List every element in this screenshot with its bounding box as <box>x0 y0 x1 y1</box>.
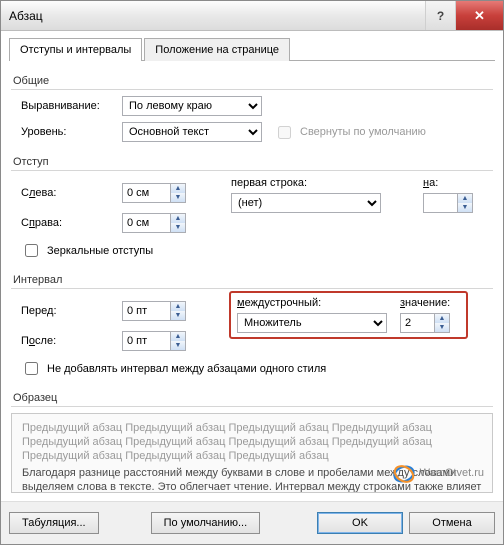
button-bar: Табуляция... По умолчанию... OK Отмена <box>1 501 503 544</box>
spacing-at-input[interactable] <box>400 313 434 333</box>
spacing-at-label: значение: <box>400 297 460 309</box>
window-title: Абзац <box>9 9 425 23</box>
indent-by-spinner[interactable]: ▲▼ <box>423 193 483 213</box>
indent-left-input[interactable] <box>122 183 170 203</box>
indent-by-input[interactable] <box>423 193 457 213</box>
no-space-same-style-checkbox[interactable] <box>25 362 38 375</box>
tab-position[interactable]: Положение на странице <box>144 38 290 61</box>
spinner-up-icon[interactable]: ▲ <box>458 194 472 203</box>
indent-by-label: на: <box>423 177 483 189</box>
first-line-combo[interactable]: (нет) <box>231 193 381 213</box>
spinner-down-icon[interactable]: ▼ <box>171 193 185 202</box>
titlebar: Абзац ? ✕ <box>1 1 503 31</box>
dialog-window: Абзац ? ✕ Отступы и интервалы Положение … <box>0 0 504 545</box>
spacing-before-input[interactable] <box>122 301 170 321</box>
spacing-before-spinner[interactable]: ▲▼ <box>122 301 186 321</box>
level-label: Уровень: <box>21 126 116 138</box>
spacing-after-input[interactable] <box>122 331 170 351</box>
line-spacing-label: междустрочный: <box>237 297 392 309</box>
spacing-at-spinner[interactable]: ▲▼ <box>400 313 460 333</box>
line-spacing-combo[interactable]: Множитель <box>237 313 387 333</box>
spinner-up-icon[interactable]: ▲ <box>171 214 185 223</box>
indent-right-input[interactable] <box>122 213 170 233</box>
level-combo[interactable]: Основной текст <box>122 122 262 142</box>
spacing-before-label: Перед: <box>21 305 116 317</box>
spinner-up-icon[interactable]: ▲ <box>171 302 185 311</box>
ok-button[interactable]: OK <box>317 512 403 534</box>
preview-prev-para: Предыдущий абзац Предыдущий абзац Предыд… <box>22 422 482 463</box>
cancel-button[interactable]: Отмена <box>409 512 495 534</box>
group-general-label: Общие <box>11 71 493 90</box>
no-space-same-style-label: Не добавлять интервал между абзацами одн… <box>47 363 326 375</box>
indent-right-spinner[interactable]: ▲▼ <box>122 213 186 233</box>
indent-left-label: Слева: <box>21 187 116 199</box>
collapse-checkbox <box>278 126 291 139</box>
indent-right-label: Справа: <box>21 217 116 229</box>
spinner-down-icon[interactable]: ▼ <box>171 223 185 232</box>
spinner-down-icon[interactable]: ▼ <box>171 341 185 350</box>
spinner-down-icon[interactable]: ▼ <box>435 323 449 332</box>
tab-indents[interactable]: Отступы и интервалы <box>9 38 142 61</box>
close-button[interactable]: ✕ <box>455 1 503 30</box>
spacing-after-label: После: <box>21 335 116 347</box>
client-area: Отступы и интервалы Положение на страниц… <box>1 31 503 501</box>
spacing-after-spinner[interactable]: ▲▼ <box>122 331 186 351</box>
spinner-down-icon[interactable]: ▼ <box>458 203 472 212</box>
set-default-button[interactable]: По умолчанию... <box>151 512 261 534</box>
mirror-indents-checkbox[interactable] <box>25 244 38 257</box>
indent-left-spinner[interactable]: ▲▼ <box>122 183 186 203</box>
group-spacing-label: Интервал <box>11 270 493 289</box>
spinner-up-icon[interactable]: ▲ <box>171 184 185 193</box>
spinner-up-icon[interactable]: ▲ <box>435 314 449 323</box>
line-spacing-highlight: междустрочный: Множитель значение: ▲▼ <box>229 291 468 339</box>
mirror-indents-label: Зеркальные отступы <box>47 245 153 257</box>
help-button[interactable]: ? <box>425 1 455 30</box>
group-indent-label: Отступ <box>11 152 493 171</box>
alignment-label: Выравнивание: <box>21 100 116 112</box>
preview-box: Предыдущий абзац Предыдущий абзац Предыд… <box>11 413 493 493</box>
tabs-button[interactable]: Табуляция... <box>9 512 99 534</box>
first-line-label: первая строка: <box>231 177 413 189</box>
group-preview-label: Образец <box>11 388 493 407</box>
collapse-label: Свернуты по умолчанию <box>300 126 426 138</box>
spinner-down-icon[interactable]: ▼ <box>171 311 185 320</box>
preview-sample-text: Благодаря разнице расстояний между буква… <box>22 467 482 493</box>
alignment-combo[interactable]: По левому краю <box>122 96 262 116</box>
spinner-up-icon[interactable]: ▲ <box>171 332 185 341</box>
tab-strip: Отступы и интервалы Положение на страниц… <box>9 37 495 61</box>
